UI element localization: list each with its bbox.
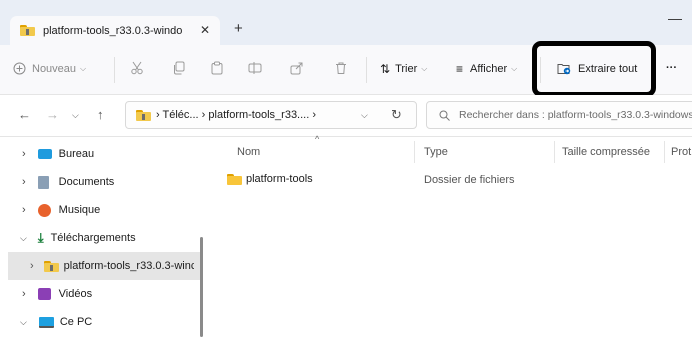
new-tab-button[interactable]: + <box>234 20 243 37</box>
path-field[interactable]: › Téléc... › platform-tools_r33.... › ⌵ … <box>125 101 417 129</box>
chevron-down-icon[interactable]: ⌵ <box>20 233 27 244</box>
column-header-type[interactable]: Type <box>424 146 448 158</box>
column-header-compressed-size[interactable]: Taille compressée <box>562 146 650 158</box>
title-bar: platform-tools_r33.0.3-windo ✕ + — <box>0 0 692 45</box>
sidebar-item-label: Téléchargements <box>50 232 136 244</box>
minimize-button[interactable]: — <box>668 10 682 26</box>
forward-arrow-icon[interactable]: → <box>46 107 59 122</box>
chevron-down-icon: ⌵ <box>511 64 518 73</box>
chevron-right-icon[interactable]: › <box>22 176 26 188</box>
highlight-annotation <box>532 41 656 97</box>
chevron-right-icon[interactable]: › <box>22 288 26 300</box>
breadcrumb: › Téléc... › platform-tools_r33.... › <box>156 109 316 121</box>
breadcrumb-separator-icon: › <box>312 109 317 121</box>
search-icon <box>439 110 450 121</box>
paste-icon[interactable] <box>210 61 224 75</box>
sidebar-item-label: Musique <box>58 204 101 216</box>
computer-icon <box>38 316 54 328</box>
table-row[interactable]: platform-tools <box>227 173 313 185</box>
back-arrow-icon[interactable]: ← <box>18 107 31 122</box>
chevron-down-icon[interactable]: ⌵ <box>20 317 27 328</box>
sidebar-item-ce-pc[interactable]: ⌵ Ce PC <box>0 308 200 336</box>
sort-ascending-icon: ^ <box>315 134 320 144</box>
sidebar-scrollbar[interactable] <box>200 237 203 337</box>
rename-icon[interactable] <box>248 61 262 75</box>
file-name[interactable]: platform-tools <box>246 173 313 185</box>
toolbar-divider <box>366 57 367 83</box>
sort-icon: ⇅ <box>380 62 391 76</box>
sidebar-item-documents[interactable]: › Documents <box>0 168 200 196</box>
sidebar-item-platform-tools[interactable]: › platform-tools_r33.0.3-winc <box>8 252 200 280</box>
breadcrumb-downloads[interactable]: Téléc... <box>163 109 199 121</box>
breadcrumb-separator-icon: › <box>201 109 206 121</box>
chevron-down-icon: ⌵ <box>80 63 87 73</box>
delete-icon[interactable] <box>334 61 348 75</box>
tab-active[interactable]: platform-tools_r33.0.3-windo ✕ <box>10 16 220 45</box>
music-icon <box>37 203 51 217</box>
sidebar-item-telechargements[interactable]: ⌵ ⤓ Téléchargements <box>0 224 200 252</box>
share-icon[interactable] <box>290 61 304 75</box>
chevron-right-icon[interactable]: › <box>22 204 26 216</box>
sidebar-item-musique[interactable]: › Musique <box>0 196 200 224</box>
more-options-icon[interactable]: ··· <box>666 62 677 74</box>
sidebar-item-bureau[interactable]: › Bureau <box>0 140 200 168</box>
plus-circle-icon <box>13 62 26 75</box>
column-divider[interactable] <box>664 141 665 163</box>
chevron-down-icon: ⌵ <box>421 64 428 73</box>
sidebar-item-label: Bureau <box>58 148 95 160</box>
column-header-protection[interactable]: Prot <box>671 146 691 158</box>
file-type: Dossier de fichiers <box>424 174 515 186</box>
close-tab-icon[interactable]: ✕ <box>200 23 210 37</box>
up-arrow-icon[interactable]: ↑ <box>97 107 104 122</box>
chevron-down-icon[interactable]: ⌵ <box>361 110 368 121</box>
toolbar-divider <box>114 57 115 83</box>
zip-folder-icon <box>20 25 35 36</box>
sidebar-item-label: platform-tools_r33.0.3-winc <box>63 260 194 272</box>
navigation-pane: › Bureau › Documents › Musique ⌵ ⤓ Téléc… <box>0 137 205 340</box>
breadcrumb-separator-icon: › <box>156 109 160 121</box>
documents-icon <box>37 175 49 189</box>
desktop-icon <box>37 149 52 159</box>
video-icon <box>37 288 51 300</box>
sort-button-label: Trier <box>395 63 418 75</box>
sort-button[interactable]: ⇅ Trier ⌵ <box>380 62 427 76</box>
refresh-icon[interactable]: ↻ <box>391 107 402 123</box>
breadcrumb-current[interactable]: platform-tools_r33.... <box>208 109 309 121</box>
search-placeholder: Rechercher dans : platform-tools_r33.0.3… <box>459 109 692 121</box>
copy-icon[interactable] <box>172 61 186 75</box>
download-icon: ⤓ <box>37 230 44 245</box>
column-header-name[interactable]: Nom <box>237 146 260 158</box>
recent-locations-icon[interactable]: ⌵ <box>72 110 79 121</box>
tab-title: platform-tools_r33.0.3-windo <box>43 24 183 37</box>
folder-icon <box>227 173 242 185</box>
search-field[interactable]: Rechercher dans : platform-tools_r33.0.3… <box>426 101 692 129</box>
chevron-right-icon[interactable]: › <box>22 148 26 160</box>
sidebar-item-label: Vidéos <box>58 288 93 300</box>
cut-icon[interactable] <box>130 61 144 75</box>
zip-folder-icon <box>43 260 59 272</box>
sidebar-item-label: Documents <box>58 176 115 188</box>
new-button[interactable]: Nouveau ⌵ <box>13 62 86 75</box>
new-button-label: Nouveau <box>32 62 77 75</box>
address-bar: ← → ⌵ ↑ › Téléc... › platform-tools_r33.… <box>0 95 692 137</box>
zip-folder-icon <box>136 110 151 121</box>
file-list: ^ Nom Type Taille compressée Prot platfo… <box>205 134 692 340</box>
sidebar-item-videos[interactable]: › Vidéos <box>0 280 200 308</box>
sidebar-item-label: Ce PC <box>59 316 93 328</box>
chevron-right-icon[interactable]: › <box>30 260 34 272</box>
view-button[interactable]: ≡ Afficher ⌵ <box>456 62 517 76</box>
view-icon: ≡ <box>456 62 464 76</box>
column-divider[interactable] <box>414 141 415 163</box>
column-divider[interactable] <box>554 141 555 163</box>
view-button-label: Afficher <box>470 63 508 75</box>
